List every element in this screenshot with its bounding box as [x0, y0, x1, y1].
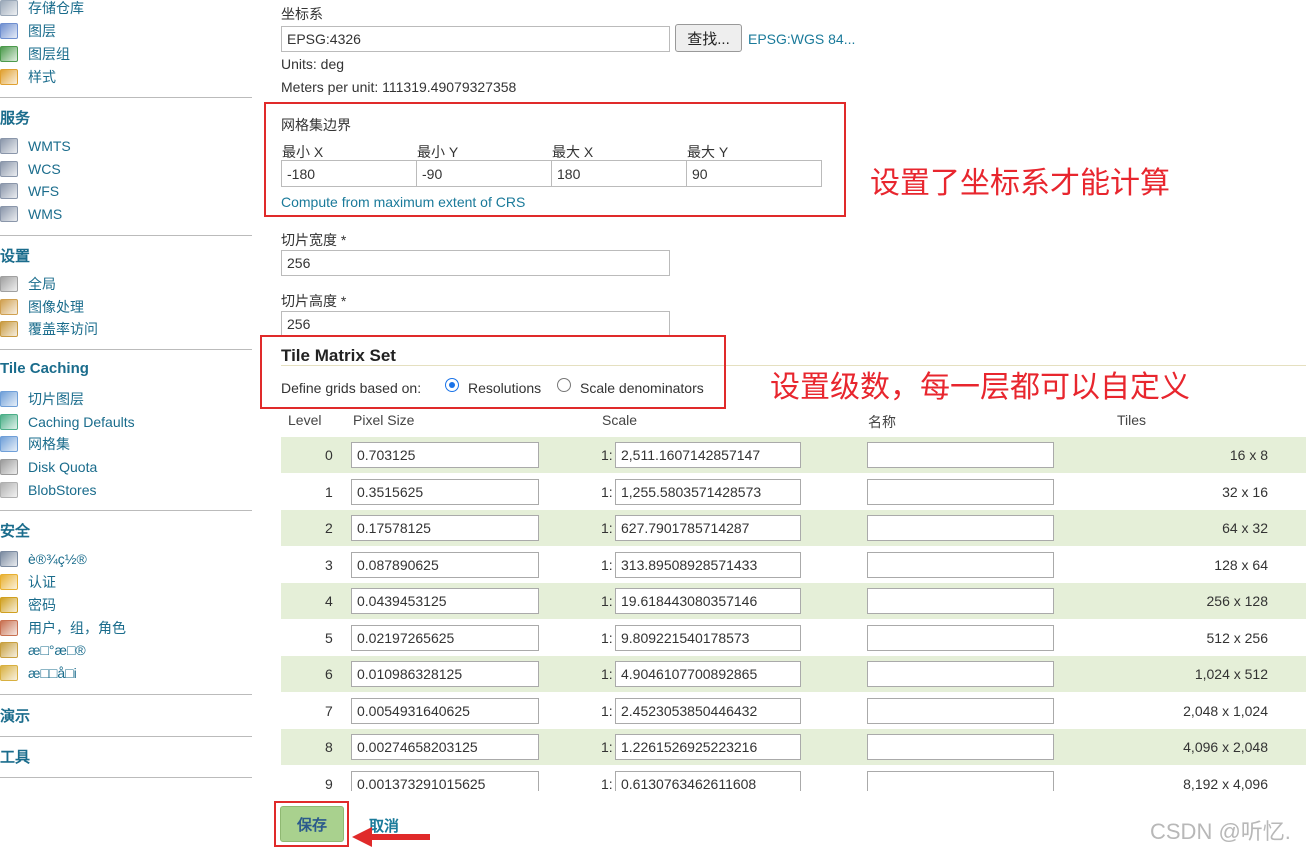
- pixel-size-input[interactable]: [351, 551, 539, 578]
- table-row: 9 1: 8,192 x 4,096: [281, 766, 1306, 792]
- scale-prefix: 1:: [601, 483, 613, 500]
- level-cell: 6: [325, 666, 333, 682]
- scale-input[interactable]: [615, 551, 801, 578]
- pixel-size-input[interactable]: [351, 661, 539, 687]
- level-cell: 1: [325, 483, 333, 500]
- tiles-cell: 64 x 32: [1222, 520, 1268, 536]
- pixel-size-input[interactable]: [351, 588, 539, 614]
- table-row: 4 1: 256 x 128: [281, 583, 1306, 619]
- level-name-input[interactable]: [867, 661, 1054, 687]
- level-cell: 8: [325, 739, 333, 755]
- scale-input[interactable]: [615, 661, 801, 687]
- scale-prefix: 1:: [601, 629, 613, 646]
- tiles-cell: 2,048 x 1,024: [1183, 702, 1268, 719]
- pixel-size-input[interactable]: [351, 734, 539, 760]
- table-row: 1 1: 32 x 16: [281, 474, 1306, 510]
- level-cell: 3: [325, 556, 333, 573]
- pixel-size-input[interactable]: [351, 442, 539, 468]
- tiles-cell: 32 x 16: [1222, 483, 1268, 500]
- tiles-cell: 4,096 x 2,048: [1183, 739, 1268, 755]
- level-name-input[interactable]: [867, 588, 1054, 614]
- tiles-cell: 1,024 x 512: [1194, 666, 1268, 682]
- level-name-input[interactable]: [867, 624, 1054, 651]
- table-row: 7 1: 2,048 x 1,024: [281, 693, 1306, 729]
- tiles-cell: 256 x 128: [1206, 593, 1269, 609]
- level-cell: 4: [325, 593, 333, 609]
- pixel-size-input[interactable]: [351, 624, 539, 651]
- scale-input[interactable]: [615, 515, 801, 541]
- pixel-size-input[interactable]: [351, 697, 539, 724]
- scale-input[interactable]: [615, 442, 801, 468]
- tiles-cell: 128 x 64: [1214, 556, 1268, 573]
- level-cell: 7: [325, 702, 333, 719]
- level-name-input[interactable]: [867, 734, 1054, 760]
- arrow-icon: [352, 827, 430, 847]
- level-name-input[interactable]: [867, 442, 1054, 468]
- scale-prefix: 1:: [601, 556, 613, 573]
- scale-input[interactable]: [615, 624, 801, 651]
- level-name-input[interactable]: [867, 478, 1054, 505]
- level-name-input[interactable]: [867, 515, 1054, 541]
- level-name-input[interactable]: [867, 551, 1054, 578]
- level-name-input[interactable]: [867, 697, 1054, 724]
- pixel-size-input[interactable]: [351, 478, 539, 505]
- scale-prefix: 1:: [601, 739, 613, 755]
- table-row: 3 1: 128 x 64: [281, 547, 1306, 583]
- table-row: 2 1: 64 x 32: [281, 510, 1306, 546]
- level-cell: 0: [325, 447, 333, 463]
- table-row: 0 1: 16 x 8: [281, 437, 1306, 473]
- pixel-size-input[interactable]: [351, 515, 539, 541]
- save-button[interactable]: 保存: [280, 806, 344, 842]
- scale-prefix: 1:: [601, 447, 613, 463]
- scale-prefix: 1:: [601, 666, 613, 682]
- watermark: CSDN @听忆.: [1150, 819, 1291, 844]
- table-row: 8 1: 4,096 x 2,048: [281, 729, 1306, 765]
- level-name-input[interactable]: [867, 770, 1054, 791]
- level-cell: 2: [325, 520, 333, 536]
- tiles-cell: 8,192 x 4,096: [1183, 775, 1268, 792]
- pixel-size-input[interactable]: [351, 770, 539, 791]
- scale-prefix: 1:: [601, 593, 613, 609]
- table-row: 5 1: 512 x 256: [281, 620, 1306, 656]
- scale-prefix: 1:: [601, 520, 613, 536]
- matrix-table: 0 1: 16 x 8 1 1: 32 x 16 2 1: 64 x 32 3 1: 128 x 64…: [0, 0, 1306, 791]
- table-row: 6 1: 1,024 x 512: [281, 656, 1306, 692]
- level-cell: 9: [325, 775, 333, 792]
- tiles-cell: 512 x 256: [1206, 629, 1269, 646]
- scale-input[interactable]: [615, 770, 801, 791]
- scale-input[interactable]: [615, 478, 801, 505]
- tiles-cell: 16 x 8: [1229, 447, 1268, 463]
- scale-input[interactable]: [615, 697, 801, 724]
- scale-input[interactable]: [615, 734, 801, 760]
- scale-prefix: 1:: [601, 702, 613, 719]
- scale-prefix: 1:: [601, 775, 613, 792]
- level-cell: 5: [325, 629, 333, 646]
- scale-input[interactable]: [615, 588, 801, 614]
